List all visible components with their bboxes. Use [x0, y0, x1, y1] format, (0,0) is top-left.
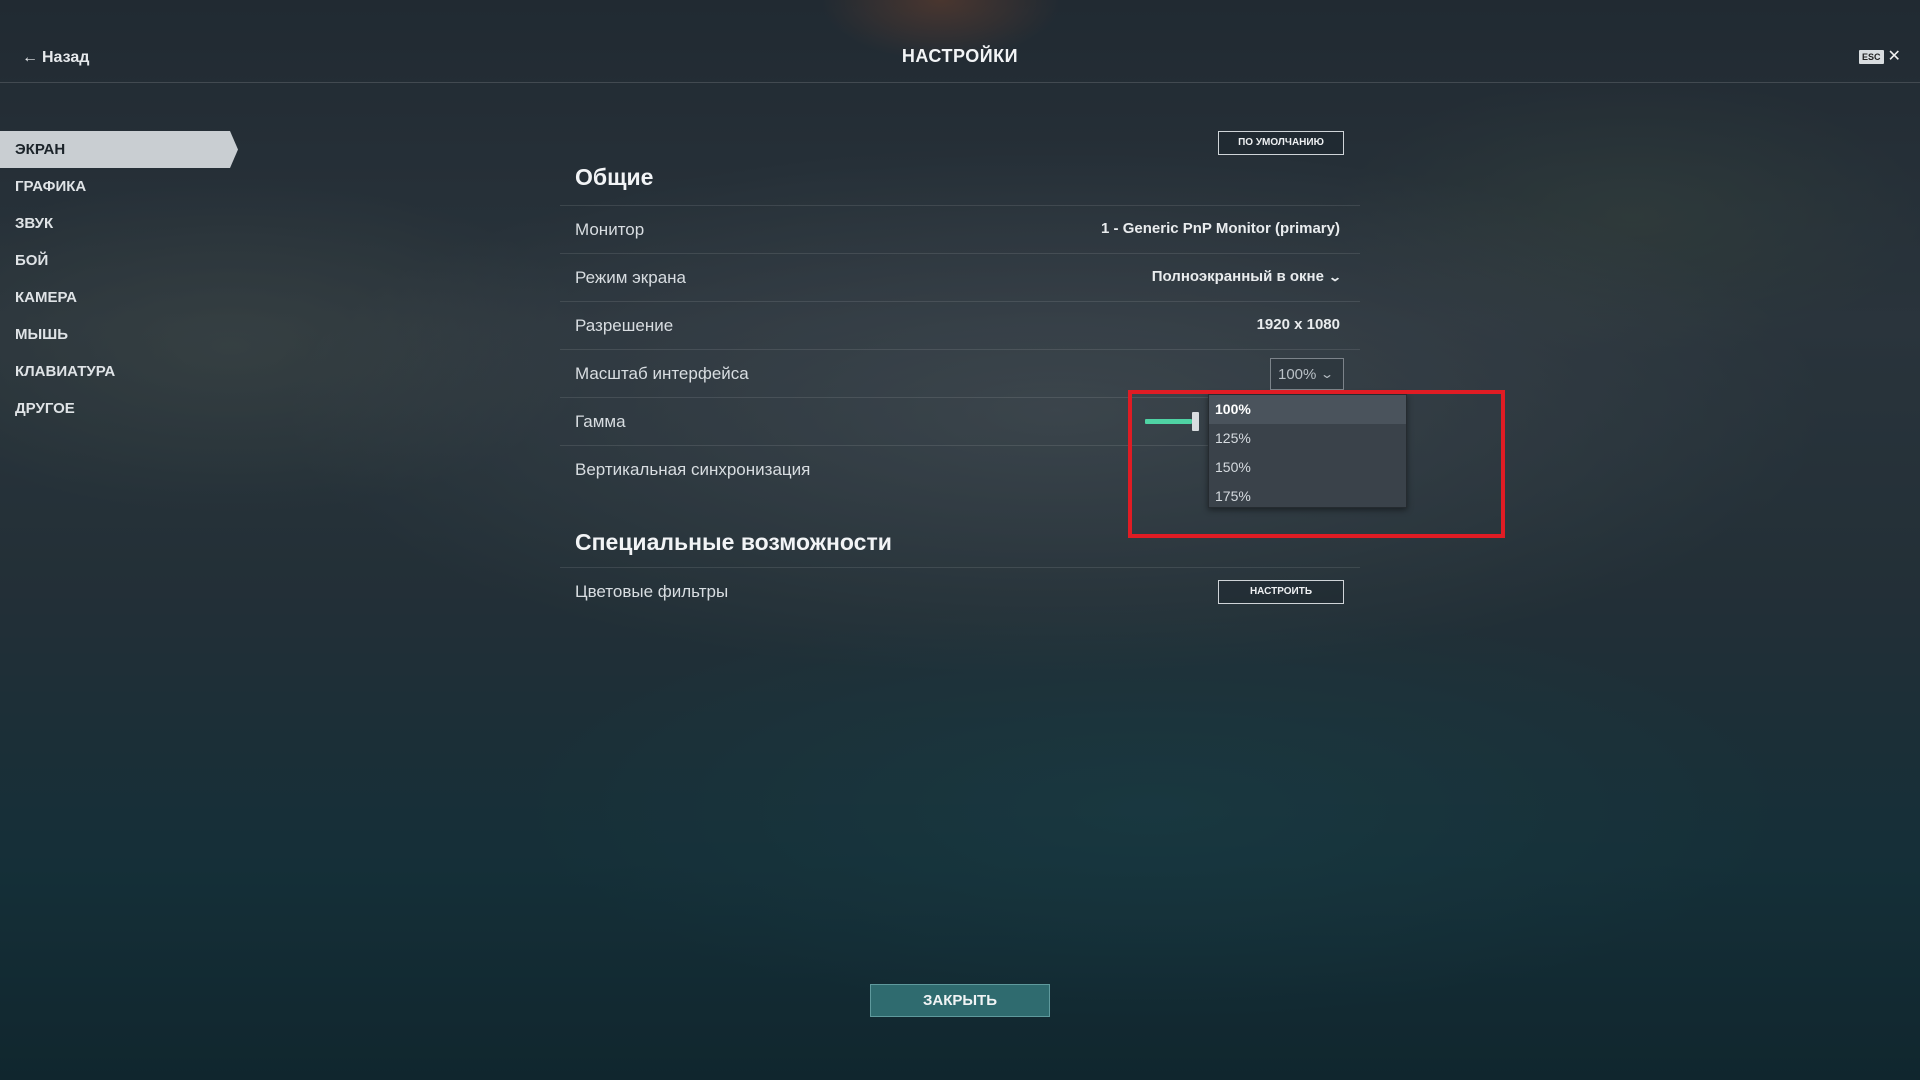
chevron-down-icon: ⌄	[1327, 269, 1343, 284]
resolution-value[interactable]: 1920 x 1080	[1257, 316, 1340, 333]
esc-close-button[interactable]: ESC ✕	[1859, 49, 1901, 65]
screen-mode-select[interactable]: Полноэкранный в окне ⌄	[1151, 268, 1343, 285]
sidebar-item-camera[interactable]: КАМЕРА	[0, 279, 240, 316]
setting-label: Монитор	[575, 220, 645, 239]
monitor-value-text: 1 - Generic PnP Monitor (primary)	[1101, 220, 1340, 237]
setting-label: Цветовые фильтры	[575, 582, 729, 601]
sidebar-item-keyboard[interactable]: КЛАВИАТУРА	[0, 353, 240, 390]
setting-label: Масштаб интерфейса	[575, 364, 749, 383]
monitor-value[interactable]: 1 - Generic PnP Monitor (primary)	[1101, 220, 1340, 237]
setting-label: Гамма	[575, 412, 626, 431]
setting-row-screen-mode: Режим экрана Полноэкранный в окне ⌄	[560, 253, 1360, 301]
top-bar: ← Назад НАСТРОЙКИ ESC ✕	[0, 0, 1920, 83]
resolution-value-text: 1920 x 1080	[1256, 316, 1340, 333]
close-icon[interactable]: ✕	[1888, 49, 1901, 65]
page-title: НАСТРОЙКИ	[901, 46, 1019, 66]
sidebar-item-other[interactable]: ДРУГОЕ	[0, 390, 240, 427]
settings-sidebar: ЭКРАН ГРАФИКА ЗВУК БОЙ КАМЕРА МЫШЬ КЛАВИ…	[0, 131, 240, 427]
chevron-down-icon: ⌄	[1320, 367, 1335, 381]
sidebar-item-screen[interactable]: ЭКРАН	[0, 131, 238, 168]
sidebar-item-graphics[interactable]: ГРАФИКА	[0, 168, 240, 205]
setting-row-color-filters: Цветовые фильтры НАСТРОИТЬ	[560, 567, 1360, 615]
setting-label: Вертикальная синхронизация	[575, 460, 811, 479]
ui-scale-value: 100%	[1278, 365, 1317, 383]
setting-label: Разрешение	[575, 316, 674, 335]
section-title-general: Общие	[575, 164, 654, 190]
ui-scale-select[interactable]: 100% ⌄	[1270, 358, 1344, 390]
blurred-background	[0, 0, 1920, 1080]
sidebar-item-mouse[interactable]: МЫШЬ	[0, 316, 240, 353]
reset-defaults-button[interactable]: ПО УМОЛЧАНИЮ	[1218, 131, 1344, 155]
setting-row-monitor: Монитор 1 - Generic PnP Monitor (primary…	[560, 205, 1360, 253]
sidebar-item-battle[interactable]: БОЙ	[0, 242, 240, 279]
configure-color-filters-button[interactable]: НАСТРОИТЬ	[1218, 580, 1344, 604]
esc-key-icon: ESC	[1859, 50, 1884, 64]
section-title-accessibility: Специальные возможности	[575, 529, 892, 555]
setting-row-resolution: Разрешение 1920 x 1080	[560, 301, 1360, 349]
setting-label: Режим экрана	[575, 268, 686, 287]
highlight-annotation-box	[1128, 390, 1505, 538]
sidebar-item-sound[interactable]: ЗВУК	[0, 205, 240, 242]
screen-mode-value: Полноэкранный в окне	[1151, 268, 1324, 285]
close-settings-button[interactable]: ЗАКРЫТЬ	[870, 984, 1050, 1017]
